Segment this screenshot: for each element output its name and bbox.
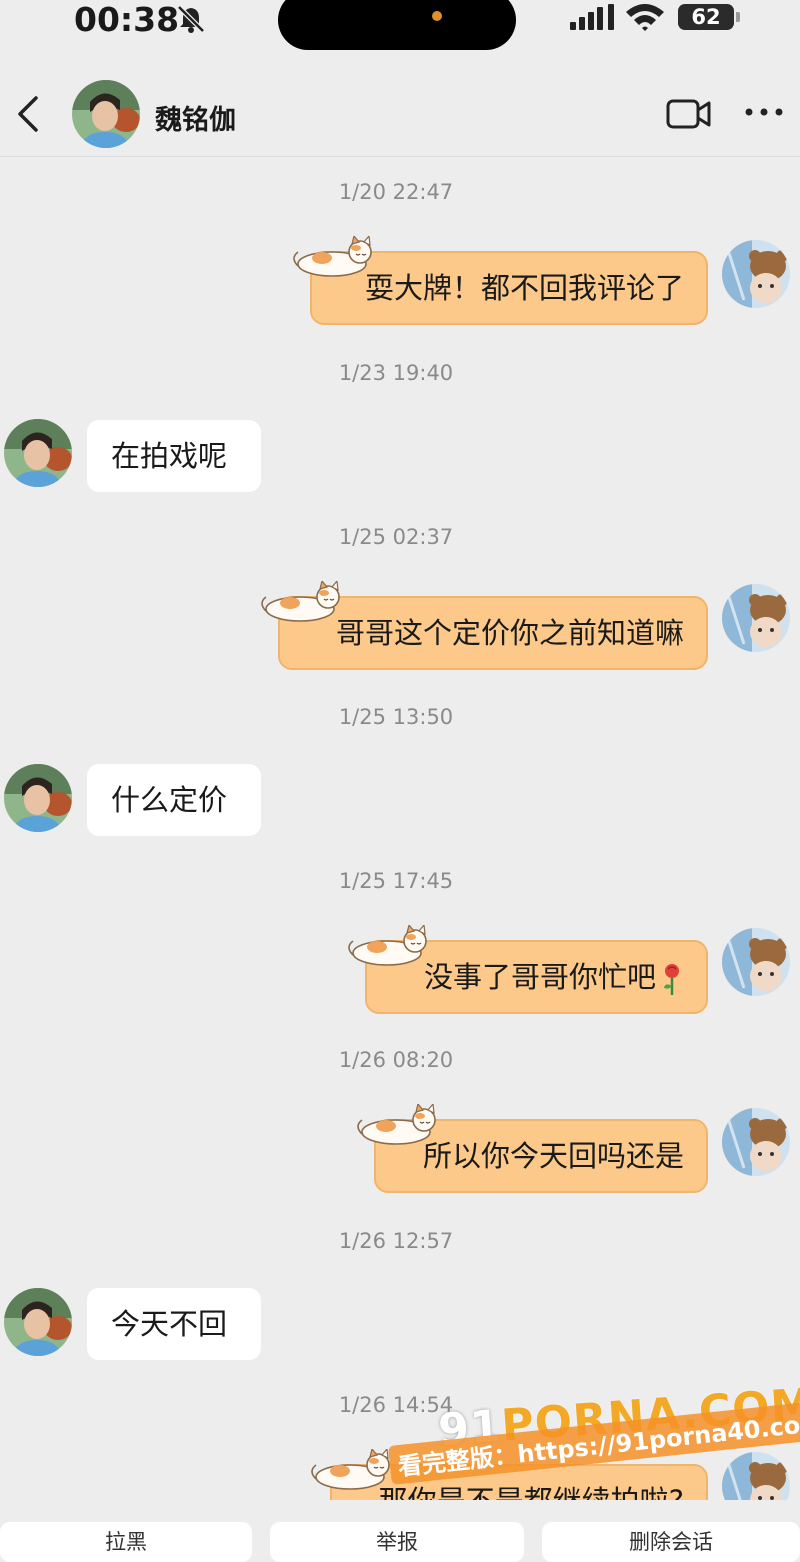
delete-conversation-button[interactable]: 删除会话 [542, 1522, 800, 1562]
cat-sticker-icon [310, 1449, 394, 1491]
bottom-action-bar: 拉黑 举报 删除会话 [0, 1522, 800, 1562]
block-button[interactable]: 拉黑 [0, 1522, 252, 1562]
my-avatar[interactable] [722, 1452, 790, 1500]
report-button[interactable]: 举报 [270, 1522, 524, 1562]
message-clip-region: 那你是不是都继续拍啦? [0, 0, 800, 1500]
